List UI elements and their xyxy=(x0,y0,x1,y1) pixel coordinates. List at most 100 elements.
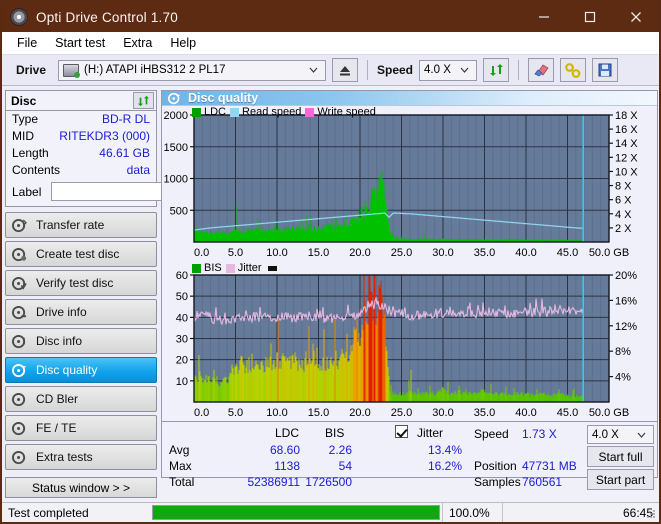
start-full-button[interactable]: Start full xyxy=(587,446,654,467)
legend-label-ldc: LDC xyxy=(204,106,227,118)
speed-label: Speed xyxy=(377,63,414,77)
status-text: Test completed xyxy=(8,505,89,520)
results-max-bis: 54 xyxy=(338,459,352,473)
menu-item-help[interactable]: Help xyxy=(163,34,203,52)
results-col-bis: BIS xyxy=(325,426,345,440)
results-speed-value: 1.73 X xyxy=(522,427,557,441)
speed-select-value: 4.0 X xyxy=(424,64,451,76)
tools-button[interactable] xyxy=(560,58,587,82)
status-window-button[interactable]: Status window > > xyxy=(5,477,157,498)
results-panel: LDC BIS Avg Max Total 68.60 1138 5238691… xyxy=(162,421,657,490)
status-bar: Test completed 100.0% 66:45 xyxy=(2,502,659,522)
app-icon xyxy=(10,8,28,26)
refresh-button[interactable] xyxy=(483,58,510,82)
svg-text:10.0: 10.0 xyxy=(266,247,287,259)
legend-swatch-ldc xyxy=(192,107,201,117)
speed-select[interactable]: 4.0 X xyxy=(419,59,478,81)
disc-refresh-button[interactable] xyxy=(133,92,154,109)
svg-text:40: 40 xyxy=(176,312,188,324)
legend-swatch-read-speed xyxy=(230,107,240,117)
app-window: Opti Drive Control 1.70 File Start test … xyxy=(0,0,661,524)
disc-row-type: Type BD-R DL xyxy=(6,111,156,128)
results-total-bis: 1726500 xyxy=(305,475,352,489)
legend-label-jitter: Jitter xyxy=(237,262,262,274)
svg-text:30.0: 30.0 xyxy=(432,407,453,419)
svg-text:16 X: 16 X xyxy=(615,124,638,136)
start-part-button[interactable]: Start part xyxy=(587,469,654,490)
chart-bottom: BIS Jitter 10 20 30 40 50 60 4% 8% 12% 16% 20% 0.0 5… xyxy=(162,261,657,421)
svg-text:60: 60 xyxy=(176,270,188,282)
chevron-down-icon xyxy=(632,432,651,438)
sidebar-item-verify-test-disc[interactable]: Verify test disc xyxy=(5,270,157,296)
sidebar-item-label: Transfer rate xyxy=(36,218,105,232)
svg-text:50.0 GB: 50.0 GB xyxy=(589,247,629,259)
minimize-button[interactable] xyxy=(521,2,567,32)
save-button[interactable] xyxy=(592,58,619,82)
sidebar-item-drive-info[interactable]: Drive info xyxy=(5,299,157,325)
sidebar-item-label: Drive info xyxy=(36,305,87,319)
drive-select[interactable]: (H:) ATAPI iHBS312 2 PL17 xyxy=(58,59,326,81)
sidebar-item-extra-tests[interactable]: Extra tests xyxy=(5,444,157,470)
svg-text:50: 50 xyxy=(176,291,188,303)
svg-text:10: 10 xyxy=(176,376,188,388)
svg-text:35.0: 35.0 xyxy=(474,247,495,259)
eject-button[interactable] xyxy=(332,58,358,82)
svg-text:45.0: 45.0 xyxy=(557,407,578,419)
window-controls xyxy=(521,2,659,32)
legend-item-ldc: LDC xyxy=(192,106,226,118)
sidebar-item-label: Create test disc xyxy=(36,247,120,261)
sidebar-item-fe-te[interactable]: FE / TE xyxy=(5,415,157,441)
chart-top-legend: LDC Read speed Write speed xyxy=(192,106,376,118)
results-speed-select[interactable]: 4.0 X xyxy=(587,425,654,444)
erase-button[interactable] xyxy=(528,58,555,82)
sidebar-item-cd-bler[interactable]: CD Bler xyxy=(5,386,157,412)
svg-text:30.0: 30.0 xyxy=(432,247,453,259)
toolbar: Drive (H:) ATAPI iHBS312 2 PL17 Speed 4.… xyxy=(2,54,659,86)
results-row-total-label: Total xyxy=(169,475,195,489)
disc-panel-header: Disc xyxy=(6,91,156,111)
svg-text:1000: 1000 xyxy=(164,174,188,186)
results-samples-label: Samples xyxy=(474,475,521,489)
svg-text:500: 500 xyxy=(170,205,188,217)
results-position-value: 47731 MB xyxy=(522,459,577,473)
menu-item-file[interactable]: File xyxy=(10,34,44,52)
svg-text:25.0: 25.0 xyxy=(391,407,412,419)
results-samples-value: 760561 xyxy=(522,475,563,489)
legend-swatch-jitter xyxy=(225,263,235,273)
menu-item-extra[interactable]: Extra xyxy=(116,34,159,52)
sidebar-item-transfer-rate[interactable]: Transfer rate xyxy=(5,212,157,238)
legend-item-write-speed: Write speed xyxy=(305,106,376,118)
menu-item-start-test[interactable]: Start test xyxy=(48,34,112,52)
disc-transfer-icon xyxy=(12,218,27,233)
chart-top-canvas: 500 1000 1500 2000 2 X 4 X 6 X 8 X 10 X 12 X 14 X 1… xyxy=(164,110,639,259)
disc-row-mid: MID RITEKDR3 (000) xyxy=(6,128,156,145)
progress-percent: 100.0% xyxy=(442,502,502,522)
svg-text:4 X: 4 X xyxy=(615,209,632,221)
close-button[interactable] xyxy=(613,2,659,32)
svg-text:30: 30 xyxy=(176,334,188,346)
svg-text:12%: 12% xyxy=(615,321,637,333)
disc-row-length-value: 46.61 GB xyxy=(99,146,150,160)
legend-label-write-speed: Write speed xyxy=(317,106,376,118)
sidebar-item-create-test-disc[interactable]: Create test disc xyxy=(5,241,157,267)
drive-label: Drive xyxy=(16,63,47,77)
results-speed-select-value: 4.0 X xyxy=(592,428,619,441)
maximize-button[interactable] xyxy=(567,2,613,32)
sidebar-item-label: Disc quality xyxy=(36,363,98,377)
svg-text:15.0: 15.0 xyxy=(308,247,329,259)
drive-icon xyxy=(63,63,80,78)
content-panel: Disc quality LDC Read speed Write speed xyxy=(161,90,658,490)
sidebar-item-disc-quality[interactable]: Disc quality xyxy=(5,357,157,383)
jitter-checkbox[interactable] xyxy=(395,425,408,439)
chart-top: LDC Read speed Write speed 500 1000 1500 20… xyxy=(162,106,657,261)
resize-grip[interactable] xyxy=(646,509,656,519)
results-col-ldc: LDC xyxy=(275,426,300,440)
progress-bar-fill xyxy=(153,506,439,519)
svg-text:25.0: 25.0 xyxy=(391,247,412,259)
svg-text:40.0: 40.0 xyxy=(515,247,536,259)
disc-panel-title: Disc xyxy=(11,93,37,108)
sidebar-item-disc-info[interactable]: Disc info xyxy=(5,328,157,354)
disc-row-mid-value: RITEKDR3 (000) xyxy=(59,129,150,143)
scroll-marker-icon xyxy=(267,265,277,271)
cd-bler-icon xyxy=(12,392,27,407)
